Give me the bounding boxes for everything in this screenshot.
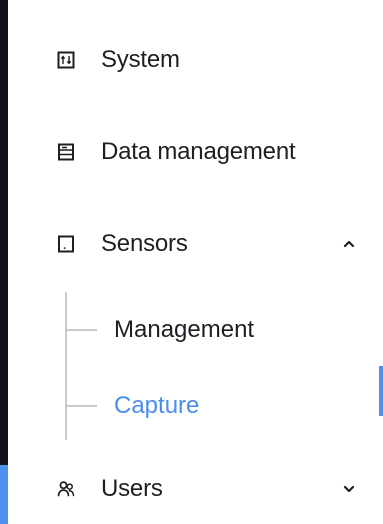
chevron-down-icon[interactable] [343,485,355,493]
sidebar-border [0,0,8,465]
navigation-sidebar: System Data management Sensors Managemen… [0,0,383,524]
submenu-label-management: Management [114,316,255,343]
nav-item-sensors[interactable]: Sensors [8,218,383,270]
data-management-icon [58,143,74,161]
chevron-up-icon[interactable] [343,240,355,248]
active-item-marker [379,366,383,416]
system-icon [57,51,75,69]
nav-label-data-management: Data management [101,138,296,165]
submenu-item-capture[interactable]: Capture [65,382,383,430]
nav-item-data-management[interactable]: Data management [8,126,383,178]
nav-label-users: Users [101,475,163,502]
submenu-label-capture: Capture [114,392,200,419]
users-icon [57,481,75,497]
tree-branch [65,329,97,331]
nav-label-sensors: Sensors [101,230,188,257]
sidebar-active-accent [0,465,8,524]
nav-label-system: System [101,46,180,73]
sensor-icon [58,235,74,253]
nav-item-users[interactable]: Users [8,463,383,515]
nav-item-system[interactable]: System [8,34,383,86]
submenu-item-management[interactable]: Management [65,306,383,354]
tree-branch [65,405,97,407]
